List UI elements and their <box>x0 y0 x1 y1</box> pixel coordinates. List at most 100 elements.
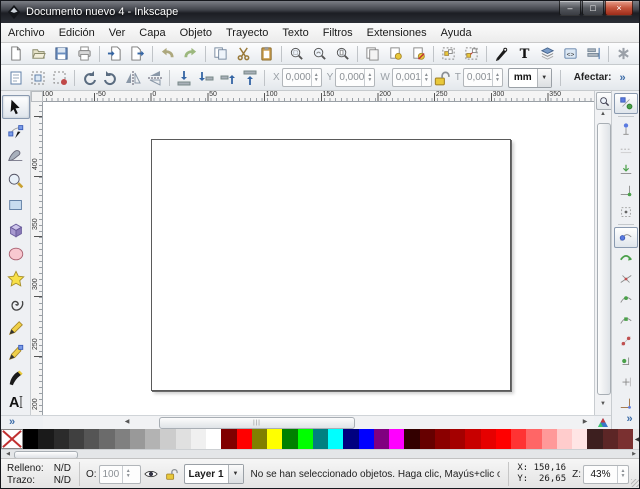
lower-button[interactable] <box>195 67 217 88</box>
clone-button[interactable] <box>384 43 407 64</box>
snap-nodes-button[interactable] <box>614 227 638 248</box>
xml-editor-button[interactable]: <> <box>559 43 582 64</box>
palette-scrollbar[interactable]: ◀ ▶ <box>1 449 640 458</box>
vertical-scroll-thumb[interactable] <box>597 123 611 395</box>
palette-swatch[interactable] <box>160 429 175 449</box>
layer-select[interactable]: Layer 1 ▼ <box>184 464 244 484</box>
ungroup-button[interactable] <box>460 43 483 64</box>
vertical-ruler[interactable]: 400350300250200 <box>31 102 43 415</box>
snap-bbox-edges-button[interactable] <box>614 139 638 160</box>
palette-swatch[interactable] <box>404 429 419 449</box>
palette-swatch[interactable] <box>313 429 328 449</box>
scroll-right-arrow-icon[interactable]: ▶ <box>579 416 591 429</box>
palette-swatch[interactable] <box>23 429 38 449</box>
print-button[interactable] <box>73 43 96 64</box>
layer-visibility-icon[interactable] <box>142 465 160 483</box>
ellipse-tool[interactable] <box>2 243 30 267</box>
palette-swatch[interactable] <box>481 429 496 449</box>
palette-swatch[interactable] <box>618 429 633 449</box>
menu-filtros[interactable]: Filtros <box>316 23 360 42</box>
tool-options-overflow-chevron[interactable]: » <box>620 72 626 84</box>
snap-cusp-nodes-button[interactable] <box>614 289 638 310</box>
cut-button[interactable] <box>232 43 255 64</box>
snap-path-intersections-button[interactable] <box>614 268 638 289</box>
snapbar-overflow-chevron[interactable]: » <box>626 413 632 425</box>
select-all-button[interactable] <box>5 67 27 88</box>
layer-dropdown-arrow-icon[interactable]: ▼ <box>228 465 243 483</box>
opacity-spinner[interactable]: ▲▼ <box>122 466 133 483</box>
palette-swatch[interactable] <box>526 429 541 449</box>
palette-swatch[interactable] <box>603 429 618 449</box>
palette-swatch[interactable] <box>115 429 130 449</box>
palette-swatch[interactable] <box>587 429 602 449</box>
palette-scroll-left-icon[interactable]: ◀ <box>3 450 13 458</box>
palette-swatch[interactable] <box>38 429 53 449</box>
raise-to-top-button[interactable] <box>239 67 261 88</box>
close-button[interactable]: × <box>605 1 633 16</box>
new-document-button[interactable] <box>4 43 27 64</box>
preferences-button[interactable] <box>612 43 635 64</box>
lower-to-bottom-button[interactable] <box>173 67 195 88</box>
snap-bbox-button[interactable] <box>614 119 638 140</box>
selector-tool[interactable] <box>2 95 30 119</box>
palette-swatch[interactable] <box>450 429 465 449</box>
toolbox-overflow-chevron[interactable]: » <box>9 416 15 429</box>
palette-swatch[interactable] <box>374 429 389 449</box>
width-spinner[interactable]: ▲▼ <box>421 69 431 86</box>
node-editor-tool[interactable] <box>2 120 30 144</box>
palette-swatch[interactable] <box>84 429 99 449</box>
zoom-page-button[interactable] <box>331 43 354 64</box>
raise-button[interactable] <box>217 67 239 88</box>
layers-dialog-button[interactable] <box>536 43 559 64</box>
x-field[interactable]: 0,000▲▼ <box>282 68 322 87</box>
scroll-down-arrow-icon[interactable]: ▼ <box>595 399 611 409</box>
snap-bbox-edge-midpoints-button[interactable] <box>614 181 638 202</box>
palette-swatch[interactable] <box>282 429 297 449</box>
zoom-spinner[interactable]: ▲▼ <box>617 466 628 483</box>
x-spinner[interactable]: ▲▼ <box>311 69 321 86</box>
palette-swatch[interactable] <box>267 429 282 449</box>
palette-swatch[interactable] <box>343 429 358 449</box>
redo-button[interactable] <box>179 43 202 64</box>
calligraphy-tool[interactable] <box>2 366 30 390</box>
palette-swatch[interactable] <box>557 429 572 449</box>
rotate-cw-button[interactable] <box>100 67 122 88</box>
menu-objeto[interactable]: Objeto <box>173 23 219 42</box>
menu-capa[interactable]: Capa <box>132 23 172 42</box>
palette-scroll-right-icon[interactable]: ▶ <box>629 450 639 458</box>
palette-swatch[interactable] <box>99 429 114 449</box>
palette-swatch[interactable] <box>252 429 267 449</box>
title-bar[interactable]: Documento nuevo 4 - Inkscape – □ × <box>1 1 639 23</box>
menu-trayecto[interactable]: Trayecto <box>219 23 275 42</box>
menu-archivo[interactable]: Archivo <box>1 23 52 42</box>
page[interactable] <box>151 139 511 391</box>
text-dialog-button[interactable]: T <box>513 43 536 64</box>
snap-paths-button[interactable] <box>614 248 638 269</box>
palette-swatch[interactable] <box>206 429 221 449</box>
lock-ratio-icon[interactable] <box>432 68 450 87</box>
align-dialog-button[interactable] <box>582 43 605 64</box>
snap-bbox-centers-button[interactable] <box>614 201 638 222</box>
zoom-selection-button[interactable] <box>285 43 308 64</box>
palette-swatch[interactable] <box>389 429 404 449</box>
y-spinner[interactable]: ▲▼ <box>364 69 374 86</box>
horizontal-scrollbar[interactable]: ◀ ||| ▶ <box>43 416 594 429</box>
rectangle-tool[interactable] <box>2 193 30 217</box>
y-field[interactable]: 0,000▲▼ <box>335 68 375 87</box>
unit-select[interactable]: mm▼ <box>508 68 552 88</box>
paste-button[interactable] <box>255 43 278 64</box>
fill-stroke-indicator[interactable]: Relleno: N/D Trazo: N/D <box>3 463 75 486</box>
palette-swatch[interactable] <box>54 429 69 449</box>
maximize-button[interactable]: □ <box>582 1 604 16</box>
export-button[interactable] <box>126 43 149 64</box>
snap-object-centers-button[interactable] <box>614 351 638 372</box>
star-tool[interactable] <box>2 267 30 291</box>
palette-swatch[interactable] <box>511 429 526 449</box>
color-management-toggle[interactable] <box>594 416 611 429</box>
horizontal-scroll-thumb[interactable]: ||| <box>159 417 355 429</box>
palette-swatch-none[interactable] <box>1 429 23 449</box>
palette-swatch[interactable] <box>237 429 252 449</box>
menu-ver[interactable]: Ver <box>102 23 133 42</box>
save-document-button[interactable] <box>50 43 73 64</box>
box-3d-tool[interactable] <box>2 218 30 242</box>
